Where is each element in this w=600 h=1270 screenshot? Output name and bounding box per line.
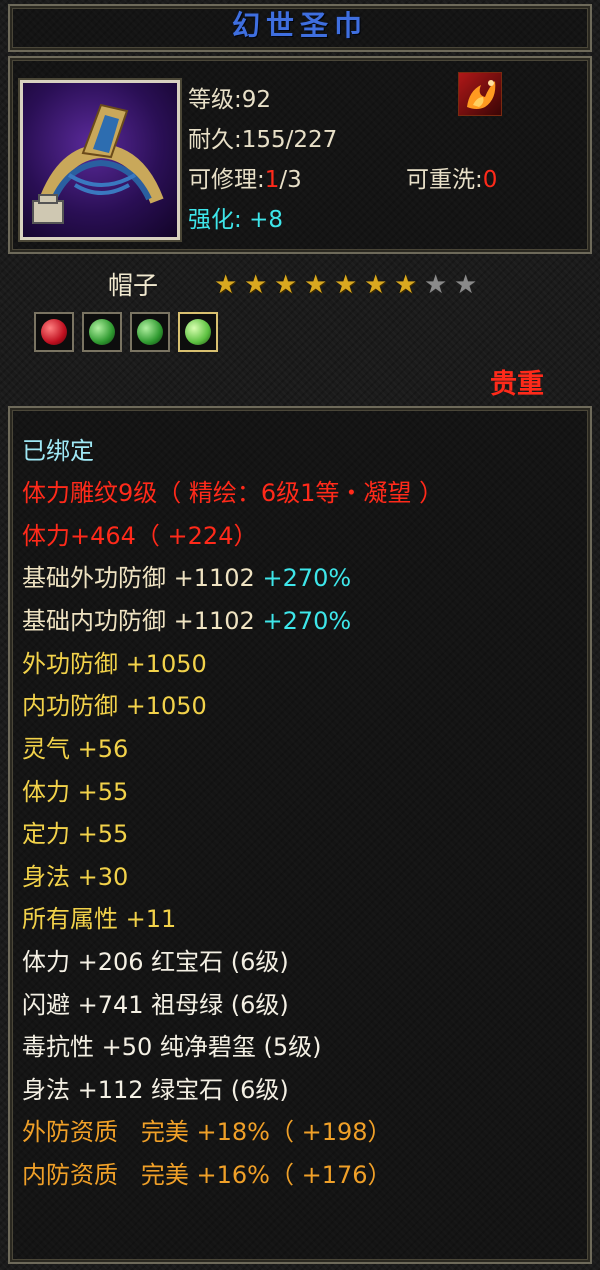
quality-value-2: 完美 +16%（ +176）	[140, 1161, 392, 1189]
base-ext-def-label: 基础外功防御 +1102	[22, 564, 255, 592]
aura-line: 灵气 +56	[22, 735, 129, 763]
gem-slot-2[interactable]	[82, 312, 122, 352]
rewash-label: 可重洗:	[406, 167, 483, 193]
gem-slot-4[interactable]	[178, 312, 218, 352]
base-int-def-line: 基础内功防御 +1102 +270%	[22, 606, 351, 636]
jade-gem-icon	[185, 319, 211, 345]
bound-status: 已绑定	[22, 437, 94, 465]
enhance-value: +8	[249, 207, 283, 233]
item-type: 帽子	[108, 271, 159, 300]
gem-slot-3[interactable]	[130, 312, 170, 352]
star-filled-icon: ★	[334, 270, 358, 300]
base-int-def-label: 基础内功防御 +1102	[22, 607, 255, 635]
rarity-label: 贵重	[490, 369, 544, 400]
repair-label: 可修理:	[188, 167, 265, 193]
flame-bird-icon	[458, 72, 502, 116]
repair-current: 1	[264, 167, 280, 193]
star-empty-icon: ★	[424, 270, 448, 300]
green-gem-icon	[89, 319, 115, 345]
star-filled-icon: ★	[364, 270, 388, 300]
rewash-value: 0	[482, 167, 498, 193]
green-gem-icon	[137, 319, 163, 345]
all-attr-line: 所有属性 +11	[22, 905, 177, 933]
item-name: 幻世圣巾	[231, 9, 368, 42]
base-ext-def-pct: +270%	[262, 564, 352, 592]
rewash-info: 可重洗:0	[406, 160, 497, 194]
quality-label-1: 外防资质	[22, 1118, 118, 1146]
int-def-line: 内功防御 +1050	[22, 692, 207, 720]
star-filled-icon: ★	[304, 270, 328, 300]
star-empty-icon: ★	[454, 270, 478, 300]
item-durability: 耐久:155/227	[188, 127, 338, 153]
focus-line: 定力 +55	[22, 820, 129, 848]
star-filled-icon: ★	[244, 270, 268, 300]
star-filled-icon: ★	[394, 270, 418, 300]
quality-line-1: 外防资质 完美 +18%（ +198）	[22, 1117, 392, 1147]
repair-info: 可修理:1/3	[188, 160, 302, 194]
ext-def-line: 外功防御 +1050	[22, 650, 207, 678]
item-tooltip-panel: 幻世圣巾 等级:92 耐久:155/227 可修理:1/3 可重洗:0 强化: …	[0, 0, 600, 1270]
star-filled-icon: ★	[214, 270, 238, 300]
enhance-info: 强化: +8	[188, 200, 283, 234]
repair-max: /3	[279, 167, 302, 193]
stamina-bonus-line: 体力+464（ +224）	[22, 522, 258, 550]
red-gem-icon	[41, 319, 67, 345]
quality-value-1: 完美 +18%（ +198）	[140, 1118, 392, 1146]
gem-stat-line-2: 闪避 +741 祖母绿 (6级)	[22, 991, 289, 1019]
stamina-line: 体力 +55	[22, 778, 129, 806]
quality-line-2: 内防资质 完美 +16%（ +176）	[22, 1160, 392, 1190]
star-filled-icon: ★	[274, 270, 298, 300]
base-int-def-pct: +270%	[262, 607, 352, 635]
enhance-label: 强化:	[188, 207, 242, 233]
gem-stat-line-1: 体力 +206 红宝石 (6级)	[22, 948, 289, 976]
gem-slot-1[interactable]	[34, 312, 74, 352]
engrave-line: 体力雕纹9级（ 精绘：6级1等・凝望 ）	[22, 479, 444, 507]
gem-stat-line-4: 身法 +112 绿宝石 (6级)	[22, 1076, 289, 1104]
headband-item-icon	[18, 78, 182, 242]
base-ext-def-line: 基础外功防御 +1102 +270%	[22, 563, 351, 593]
item-level: 等级:92	[188, 87, 272, 113]
quality-label-2: 内防资质	[22, 1161, 118, 1189]
agility-line: 身法 +30	[22, 863, 129, 891]
gem-stat-line-3: 毒抗性 +50 纯净碧玺 (5级)	[22, 1033, 322, 1061]
